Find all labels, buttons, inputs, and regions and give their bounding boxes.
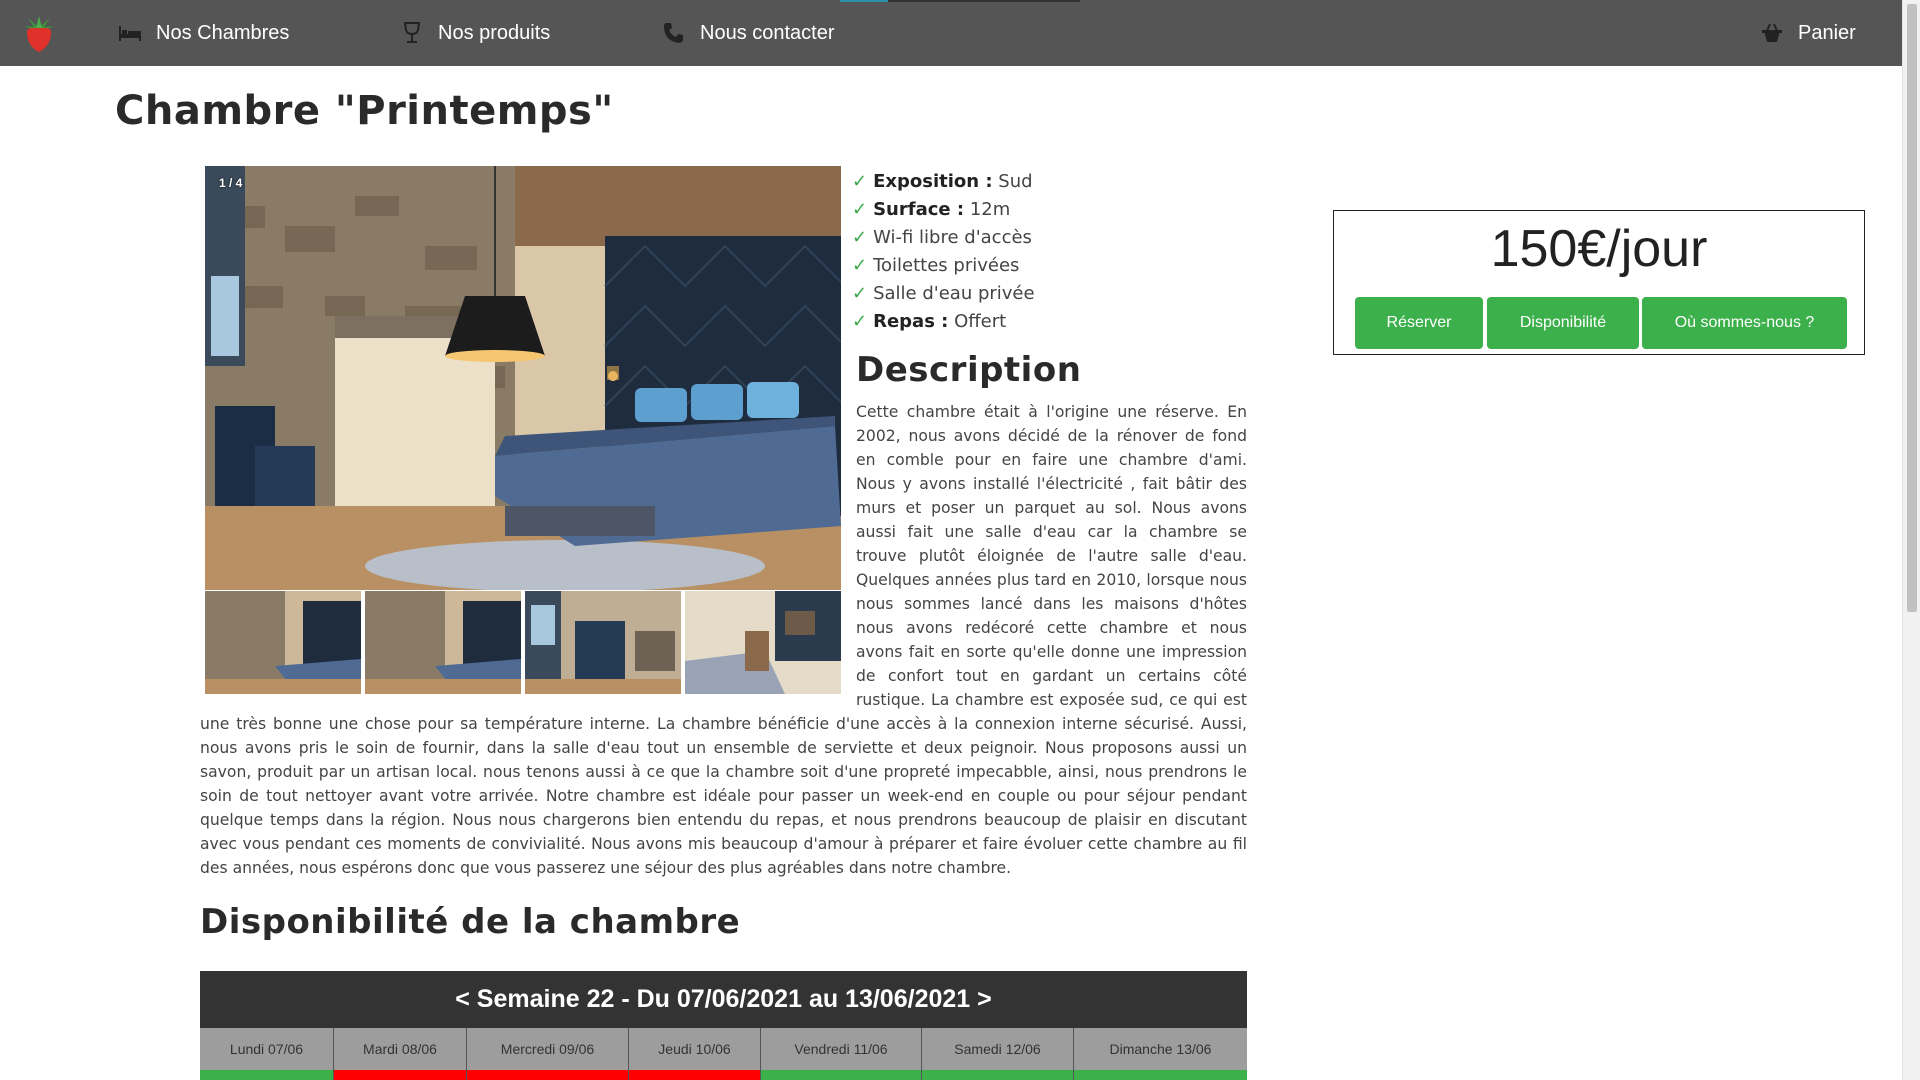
calendar-day: Vendredi 11/06 xyxy=(761,1028,922,1070)
availability-calendar: < Semaine 22 - Du 07/06/2021 au 13/06/20… xyxy=(200,971,1247,1080)
day-status-cell[interactable] xyxy=(922,1070,1074,1080)
description-body: Cette chambre était à l'origine une rése… xyxy=(200,403,1247,877)
description-title: Description xyxy=(856,350,1082,390)
phone-icon xyxy=(662,21,686,45)
calendar-header: < Semaine 22 - Du 07/06/2021 au 13/06/20… xyxy=(200,971,1247,1028)
feature-value: Sud xyxy=(998,171,1033,192)
calendar-day: Mercredi 09/06 xyxy=(467,1028,629,1070)
feature-label: Surface : xyxy=(873,199,965,220)
check-icon: ✓ xyxy=(852,311,868,332)
nav-item-label: Nous contacter xyxy=(700,21,835,44)
strawberry-logo[interactable] xyxy=(18,12,60,54)
check-icon: ✓ xyxy=(852,171,868,192)
nav-item-chambres[interactable]: Nos Chambres xyxy=(118,0,289,66)
nav-item-panier[interactable]: Panier xyxy=(1760,0,1856,66)
day-status-cell[interactable] xyxy=(629,1070,761,1080)
nav-item-label: Nos produits xyxy=(438,21,551,44)
calendar-day: Lundi 07/06 xyxy=(200,1028,334,1070)
calendar-day: Dimanche 13/06 xyxy=(1109,1041,1212,1057)
check-icon: ✓ xyxy=(852,283,868,304)
availability-button[interactable]: Disponibilité xyxy=(1487,297,1639,349)
bed-icon xyxy=(118,21,142,45)
check-icon: ✓ xyxy=(852,199,868,220)
day-status-cell[interactable] xyxy=(761,1070,922,1080)
check-icon: ✓ xyxy=(852,227,868,248)
calendar-day: Mardi 08/06 xyxy=(334,1028,467,1070)
price-per-day: 150€/jour xyxy=(1490,220,1708,278)
feature-item: ✓ Salle d'eau privée xyxy=(852,280,1035,308)
feature-item: ✓ Surface : 12m xyxy=(852,196,1035,224)
room-features: ✓ Exposition : Sud ✓ Surface : 12m ✓ Wi-fi … xyxy=(852,168,1035,336)
description-text: Cette chambre était à l'origine une rése… xyxy=(200,400,1247,880)
nav-item-produits[interactable]: Nos produits xyxy=(400,0,550,66)
basket-icon xyxy=(1760,21,1784,45)
day-status-cell[interactable] xyxy=(1074,1070,1247,1080)
photo-counter: 1 / 4 xyxy=(219,176,243,190)
previous-week-button[interactable]: < xyxy=(455,985,470,1014)
navbar: Nos Chambres Nos produits Nous contacter… xyxy=(0,0,1902,66)
day-status-cell[interactable] xyxy=(200,1070,334,1080)
calendar-status-row xyxy=(200,1070,1247,1080)
feature-item: ✓ Repas : Offert xyxy=(852,308,1035,336)
feature-value: Wi-fi libre d'accès xyxy=(873,227,1032,248)
availability-title: Disponibilité de la chambre xyxy=(200,902,741,942)
check-icon: ✓ xyxy=(852,255,868,276)
feature-item: ✓ Exposition : Sud xyxy=(852,168,1035,196)
booking-box: 150€/jour Réserver Disponibilité Où somm… xyxy=(1333,210,1865,355)
day-status-cell[interactable] xyxy=(467,1070,629,1080)
calendar-day: Jeudi 10/06 xyxy=(629,1028,761,1070)
nav-indicator-active xyxy=(840,0,888,2)
feature-item: ✓ Toilettes privées xyxy=(852,252,1035,280)
reserve-button[interactable]: Réserver xyxy=(1355,297,1483,349)
feature-label: Exposition : xyxy=(873,171,993,192)
feature-value: Offert xyxy=(954,311,1007,332)
scrollbar-thumb[interactable] xyxy=(1907,4,1917,612)
nav-item-contact[interactable]: Nous contacter xyxy=(662,0,835,66)
feature-item: ✓ Wi-fi libre d'accès xyxy=(852,224,1035,252)
nav-item-label: Nos Chambres xyxy=(156,21,290,44)
feature-label: Repas : xyxy=(873,311,949,332)
location-button[interactable]: Où sommes-nous ? xyxy=(1642,297,1847,349)
calendar-day: Samedi 12/06 xyxy=(922,1028,1074,1070)
page-scrollbar[interactable] xyxy=(1902,0,1920,1080)
wine-glass-icon xyxy=(400,21,424,45)
page-title: Chambre "Printemps" xyxy=(115,88,614,134)
next-week-button[interactable]: > xyxy=(977,985,992,1014)
week-label: Semaine 22 - Du 07/06/2021 au 13/06/2021 xyxy=(476,985,971,1013)
cart-label: Panier xyxy=(1798,21,1856,44)
day-status-cell[interactable] xyxy=(334,1070,467,1080)
feature-value: 12m xyxy=(969,199,1011,220)
nav-indicator xyxy=(840,0,1080,2)
feature-value: Salle d'eau privée xyxy=(873,283,1035,304)
feature-value: Toilettes privées xyxy=(873,255,1020,276)
calendar-days: Lundi 07/06 Mardi 08/06 Mercredi 09/06 J… xyxy=(200,1028,1247,1070)
